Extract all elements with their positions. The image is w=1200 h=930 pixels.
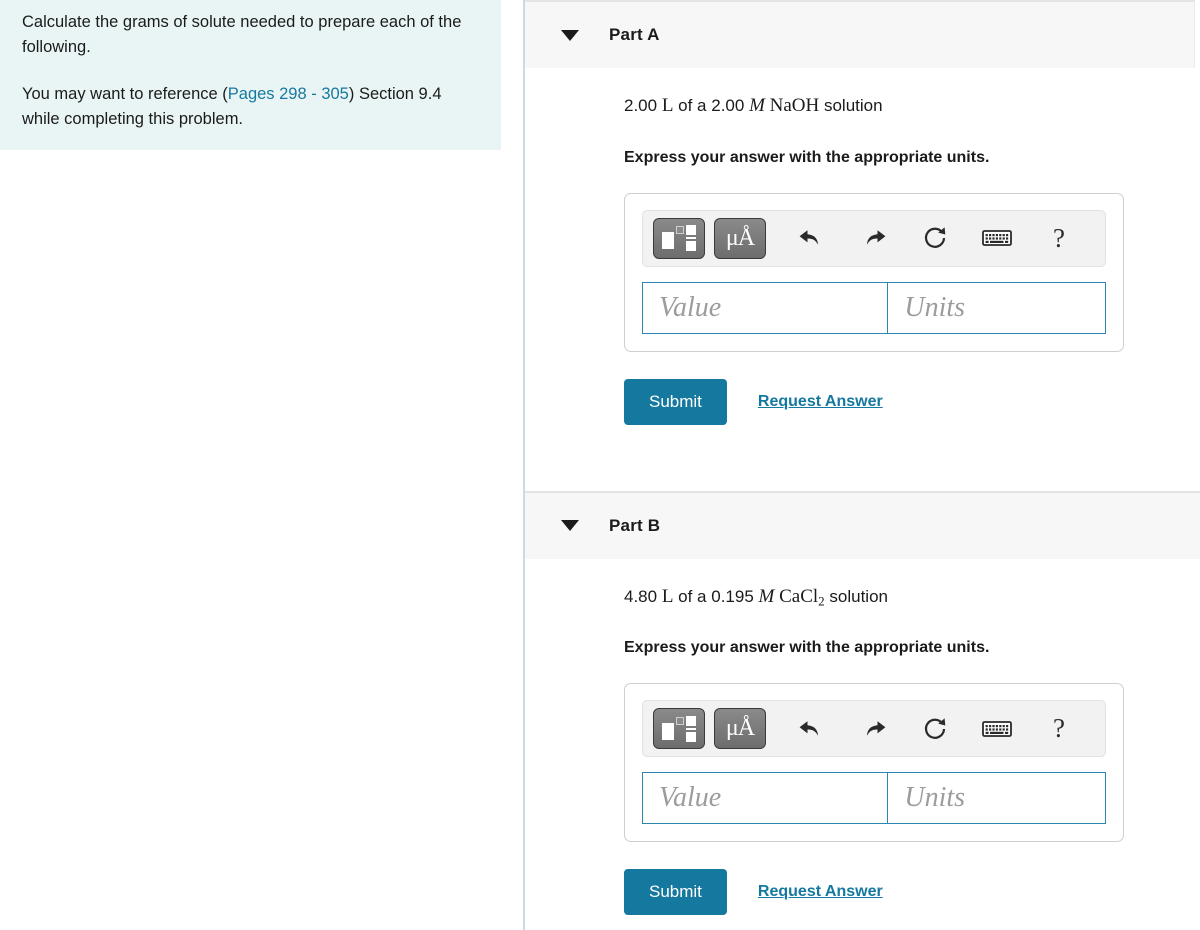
math-template-icon <box>662 715 696 742</box>
question-middle-a: of a <box>673 96 712 115</box>
submit-button-b[interactable]: Submit <box>624 869 727 916</box>
question-text-b: 4.80 L of a 0.195 M CaCl2 solution <box>624 585 1200 614</box>
page-root: Calculate the grams of solute needed to … <box>0 0 1200 930</box>
reset-icon[interactable] <box>915 711 955 747</box>
redo-icon[interactable] <box>853 220 893 256</box>
question-unit-b: L <box>661 585 674 607</box>
math-template-button-a[interactable] <box>653 217 705 259</box>
question-quantity-b: 4.80 <box>624 586 658 606</box>
answer-fields-b: Value Units <box>642 772 1106 825</box>
part-header-a[interactable]: Part A <box>525 0 1195 68</box>
undo-icon[interactable] <box>791 220 831 256</box>
value-placeholder-a: Value <box>659 291 722 323</box>
help-icon[interactable]: ? <box>1039 220 1079 256</box>
help-icon[interactable]: ? <box>1039 711 1079 747</box>
part-body-b: 4.80 L of a 0.195 M CaCl2 solution Expre… <box>525 559 1200 916</box>
units-symbol-button-a[interactable]: μÅ <box>714 217 766 259</box>
keyboard-icon[interactable] <box>977 220 1017 256</box>
caret-down-icon[interactable] <box>561 520 579 532</box>
question-concentration-a: 2.00 <box>711 96 745 115</box>
part-title-b: Part B <box>609 515 661 535</box>
submit-button-a[interactable]: Submit <box>624 378 727 425</box>
chemical-formula-a: NaOH <box>769 95 820 116</box>
request-answer-link-b[interactable]: Request Answer <box>758 883 883 901</box>
part-header-b[interactable]: Part B <box>525 490 1200 559</box>
question-concentration-b: 0.195 <box>711 586 754 606</box>
answer-widget-b: μÅ ? Value Units <box>624 683 1124 843</box>
math-template-icon <box>662 225 696 252</box>
math-template-button-b[interactable] <box>653 708 705 750</box>
answer-widget-a: μÅ ? Value Units <box>624 192 1124 352</box>
units-symbol-button-b[interactable]: μÅ <box>714 708 766 750</box>
units-input-b[interactable]: Units <box>887 772 1106 825</box>
question-tail-a: solution <box>819 96 883 115</box>
units-placeholder-b: Units <box>904 782 966 814</box>
question-middle-b: of a <box>673 586 712 606</box>
question-unit-a: L <box>661 95 674 116</box>
pages-reference-link[interactable]: Pages 298 - 305 <box>228 85 349 103</box>
actions-a: Submit Request Answer <box>624 378 1200 425</box>
actions-b: Submit Request Answer <box>624 869 1200 916</box>
math-toolbar-b: μÅ ? <box>642 700 1106 758</box>
molarity-symbol-a: M <box>749 95 765 116</box>
caret-down-icon[interactable] <box>561 29 579 41</box>
question-quantity-a: 2.00 <box>624 96 658 115</box>
part-title-a: Part A <box>609 25 660 44</box>
problem-paragraph-2: You may want to reference (Pages 298 - 3… <box>22 82 479 132</box>
chemical-formula-b: CaCl <box>779 585 819 607</box>
problem-paragraph-1: Calculate the grams of solute needed to … <box>22 13 462 56</box>
value-input-a[interactable]: Value <box>642 281 888 334</box>
math-toolbar-a: μÅ ? <box>642 209 1106 267</box>
problem-statement-panel: Calculate the grams of solute needed to … <box>0 0 501 150</box>
value-placeholder-b: Value <box>659 782 722 814</box>
instruction-text-b: Express your answer with the appropriate… <box>624 639 990 657</box>
answer-fields-a: Value Units <box>642 281 1106 334</box>
problem-column: Calculate the grams of solute needed to … <box>0 0 501 930</box>
units-input-a[interactable]: Units <box>887 281 1106 334</box>
reference-prefix-text: You may want to reference <box>22 85 223 103</box>
keyboard-icon[interactable] <box>977 711 1017 747</box>
units-placeholder-a: Units <box>904 291 966 323</box>
request-answer-link-a[interactable]: Request Answer <box>758 393 883 411</box>
undo-icon[interactable] <box>791 711 831 747</box>
instruction-text-a: Express your answer with the appropriate… <box>624 148 990 166</box>
part-block-a: Part A 2.00 L of a 2.00 M NaOH solution … <box>525 0 1200 425</box>
part-body-a: 2.00 L of a 2.00 M NaOH solution Express… <box>525 68 1200 425</box>
value-input-b[interactable]: Value <box>642 772 888 825</box>
redo-icon[interactable] <box>853 711 893 747</box>
question-text-a: 2.00 L of a 2.00 M NaOH solution <box>624 94 1200 123</box>
part-block-b: Part B 4.80 L of a 0.195 M CaCl2 solutio… <box>525 490 1200 916</box>
reset-icon[interactable] <box>915 220 955 256</box>
question-tail-b: solution <box>824 586 888 606</box>
answer-column: Part A 2.00 L of a 2.00 M NaOH solution … <box>525 0 1200 930</box>
molarity-symbol-b: M <box>758 585 775 607</box>
